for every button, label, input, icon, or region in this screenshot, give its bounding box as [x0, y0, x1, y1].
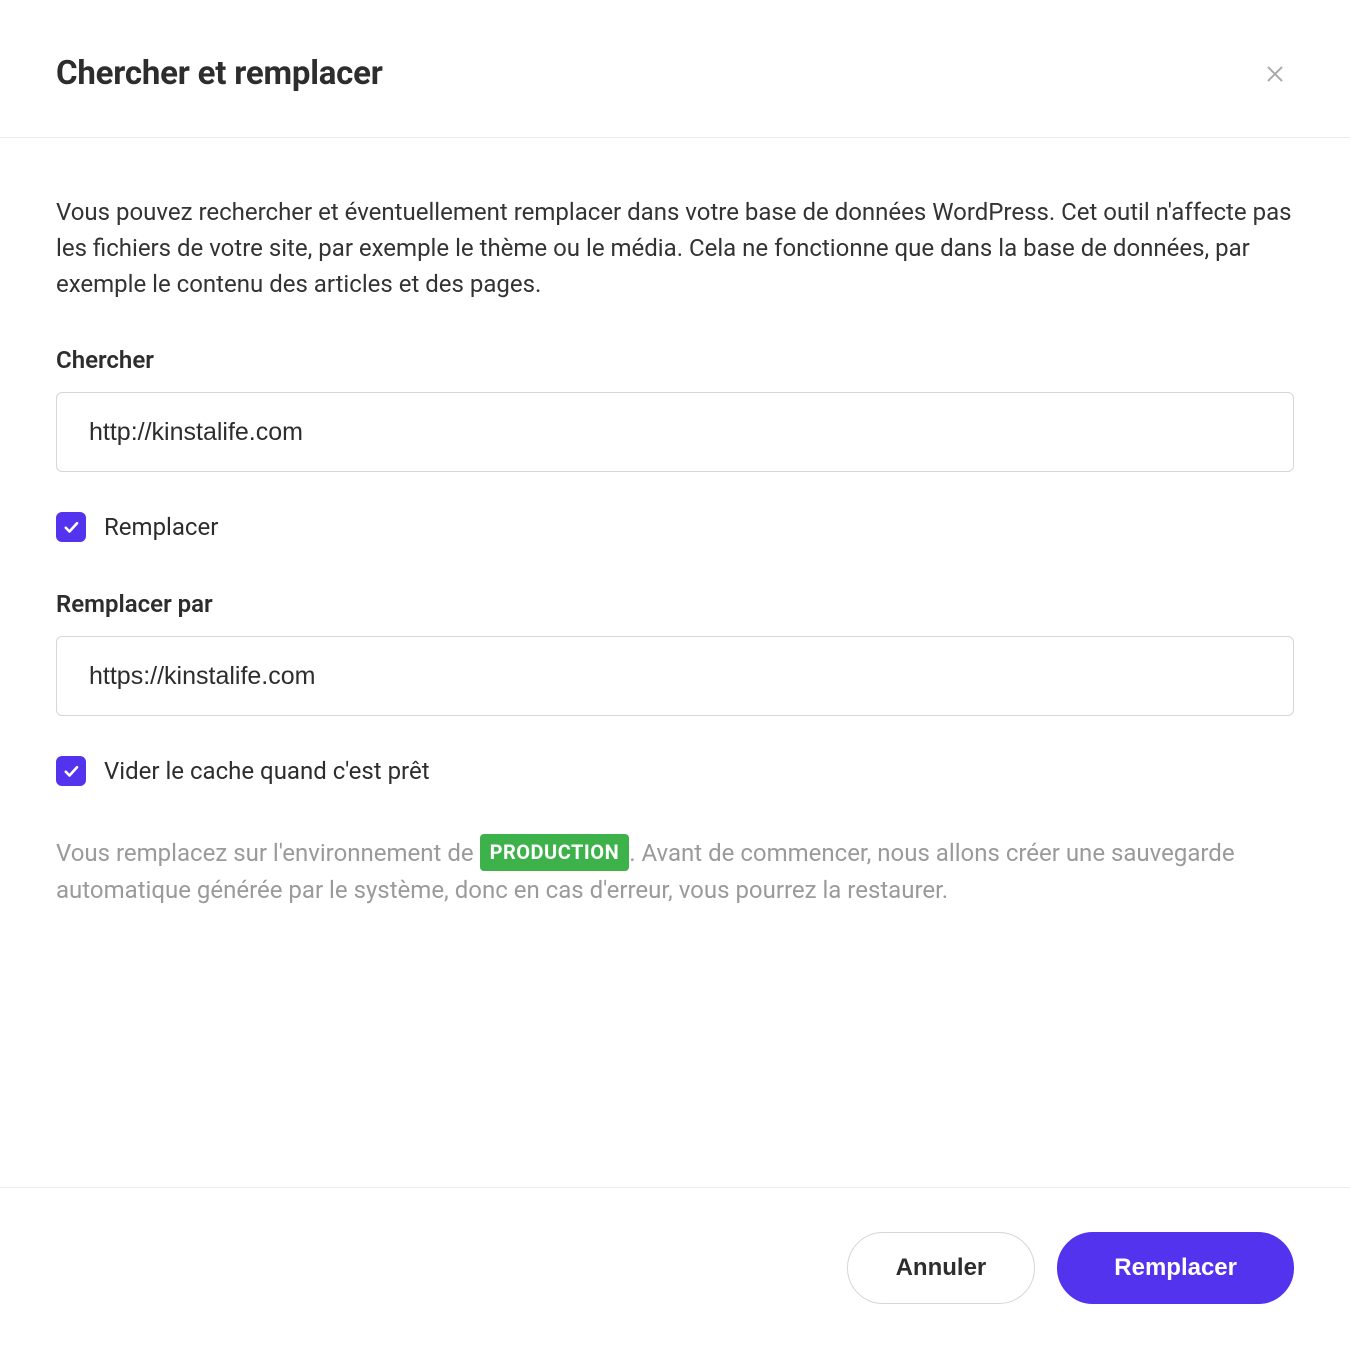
replace-button[interactable]: Remplacer — [1057, 1232, 1294, 1304]
modal-title: Chercher et remplacer — [56, 54, 383, 93]
replace-with-input[interactable] — [56, 636, 1294, 716]
modal-header: Chercher et remplacer — [0, 0, 1350, 138]
search-label: Chercher — [56, 346, 1294, 374]
check-icon — [62, 518, 80, 536]
modal-body: Vous pouvez rechercher et éventuellement… — [0, 138, 1350, 1187]
environment-note: Vous remplacez sur l'environnement de PR… — [56, 834, 1294, 909]
modal-footer: Annuler Remplacer — [0, 1187, 1350, 1356]
search-input[interactable] — [56, 392, 1294, 472]
check-icon — [62, 762, 80, 780]
close-button[interactable] — [1256, 55, 1294, 93]
replace-checkbox-row: Remplacer — [56, 512, 1294, 542]
replace-with-group: Remplacer par — [56, 590, 1294, 716]
cancel-button[interactable]: Annuler — [847, 1232, 1036, 1304]
production-badge: PRODUCTION — [480, 834, 630, 871]
clear-cache-checkbox-row: Vider le cache quand c'est prêt — [56, 756, 1294, 786]
replace-with-label: Remplacer par — [56, 590, 1294, 618]
search-group: Chercher — [56, 346, 1294, 472]
env-note-prefix: Vous remplacez sur l'environnement de — [56, 839, 480, 867]
description-text: Vous pouvez rechercher et éventuellement… — [56, 194, 1294, 302]
clear-cache-checkbox[interactable] — [56, 756, 86, 786]
clear-cache-checkbox-label: Vider le cache quand c'est prêt — [104, 757, 430, 785]
search-replace-modal: Chercher et remplacer Vous pouvez recher… — [0, 0, 1350, 1356]
close-icon — [1264, 63, 1286, 85]
replace-checkbox[interactable] — [56, 512, 86, 542]
replace-checkbox-label: Remplacer — [104, 513, 218, 541]
